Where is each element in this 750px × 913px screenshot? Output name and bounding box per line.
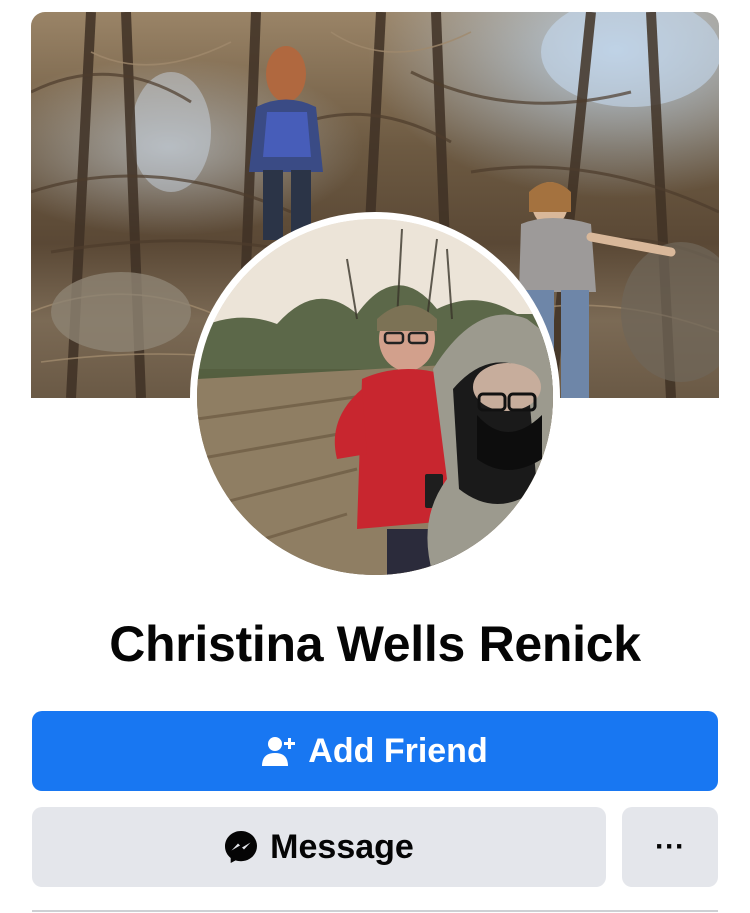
message-label: Message bbox=[270, 827, 414, 866]
section-divider bbox=[32, 910, 718, 912]
add-friend-label: Add Friend bbox=[308, 731, 488, 770]
message-button[interactable]: Message bbox=[32, 807, 606, 887]
more-options-button[interactable]: ··· bbox=[622, 807, 718, 887]
profile-page: Christina Wells Renick Add Friend Messag… bbox=[0, 0, 750, 913]
add-friend-button[interactable]: Add Friend bbox=[32, 711, 718, 791]
profile-picture-image bbox=[197, 219, 553, 575]
messenger-icon bbox=[224, 830, 258, 864]
profile-picture[interactable] bbox=[197, 219, 553, 575]
more-options-icon: ··· bbox=[655, 830, 685, 863]
profile-name: Christina Wells Renick bbox=[109, 616, 641, 672]
add-user-icon bbox=[262, 736, 296, 766]
